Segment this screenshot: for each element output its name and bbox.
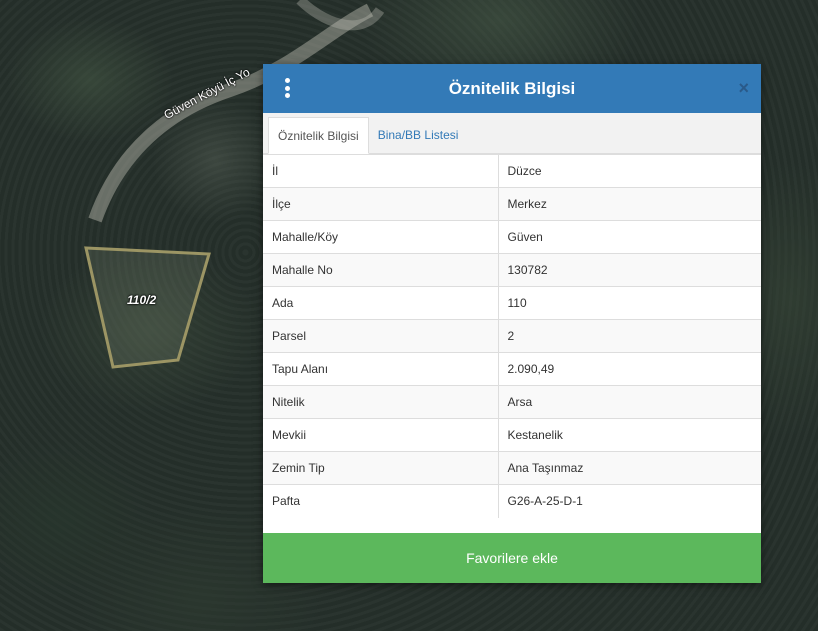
attribute-value: Kestanelik: [498, 418, 761, 452]
attribute-key: Mahalle No: [263, 253, 499, 287]
attribute-value: Ana Taşınmaz: [498, 451, 761, 485]
vertical-dots-icon[interactable]: [280, 78, 294, 98]
table-row: Parsel 2: [263, 319, 761, 353]
attribute-value: Merkez: [498, 187, 761, 221]
table-row: İl Düzce: [263, 154, 761, 188]
table-row: Nitelik Arsa: [263, 385, 761, 419]
attribute-key: İl: [263, 154, 499, 188]
attribute-value: Düzce: [498, 154, 761, 188]
attribute-key: Parsel: [263, 319, 499, 353]
attribute-table: İl Düzce İlçe Merkez Mahalle/Köy Güven Mahalle…: [263, 154, 761, 518]
table-row: Zemin Tip Ana Taşınmaz: [263, 451, 761, 485]
attribute-value: 130782: [498, 253, 761, 287]
parcel-label: 110/2: [127, 293, 157, 307]
attribute-key: Pafta: [263, 484, 499, 518]
table-row: Ada 110: [263, 286, 761, 320]
attribute-key: Ada: [263, 286, 499, 320]
table-row: Mahalle No 130782: [263, 253, 761, 287]
attribute-value: G26-A-25-D-1: [498, 484, 761, 518]
attribute-key: Mahalle/Köy: [263, 220, 499, 254]
add-to-favorites-button[interactable]: Favorilere ekle: [263, 533, 761, 583]
parcel-boundary[interactable]: [84, 246, 211, 369]
attribute-value: Arsa: [498, 385, 761, 419]
table-row: İlçe Merkez: [263, 187, 761, 221]
table-row: Tapu Alanı 2.090,49: [263, 352, 761, 386]
attribute-key: Tapu Alanı: [263, 352, 499, 386]
attribute-value: 2: [498, 319, 761, 353]
dialog-header: Öznitelik Bilgisi ×: [263, 64, 761, 113]
attribute-value: Güven: [498, 220, 761, 254]
attribute-key: Nitelik: [263, 385, 499, 419]
table-row: Mahalle/Köy Güven: [263, 220, 761, 254]
attribute-key: Zemin Tip: [263, 451, 499, 485]
close-icon[interactable]: ×: [738, 78, 749, 98]
dialog-title: Öznitelik Bilgisi: [448, 78, 576, 98]
attribute-key: Mevkii: [263, 418, 499, 452]
attribute-dialog: Öznitelik Bilgisi × Öznitelik Bilgisi Bi…: [263, 64, 761, 583]
attribute-value: 2.090,49: [498, 352, 761, 386]
tab-bar: Öznitelik Bilgisi Bina/BB Listesi: [263, 113, 761, 154]
attribute-value: 110: [498, 286, 761, 320]
table-row: Mevkii Kestanelik: [263, 418, 761, 452]
tab-building-list[interactable]: Bina/BB Listesi: [369, 117, 468, 153]
tab-attribute-info[interactable]: Öznitelik Bilgisi: [268, 117, 369, 154]
attribute-key: İlçe: [263, 187, 499, 221]
table-row: Pafta G26-A-25-D-1: [263, 484, 761, 518]
